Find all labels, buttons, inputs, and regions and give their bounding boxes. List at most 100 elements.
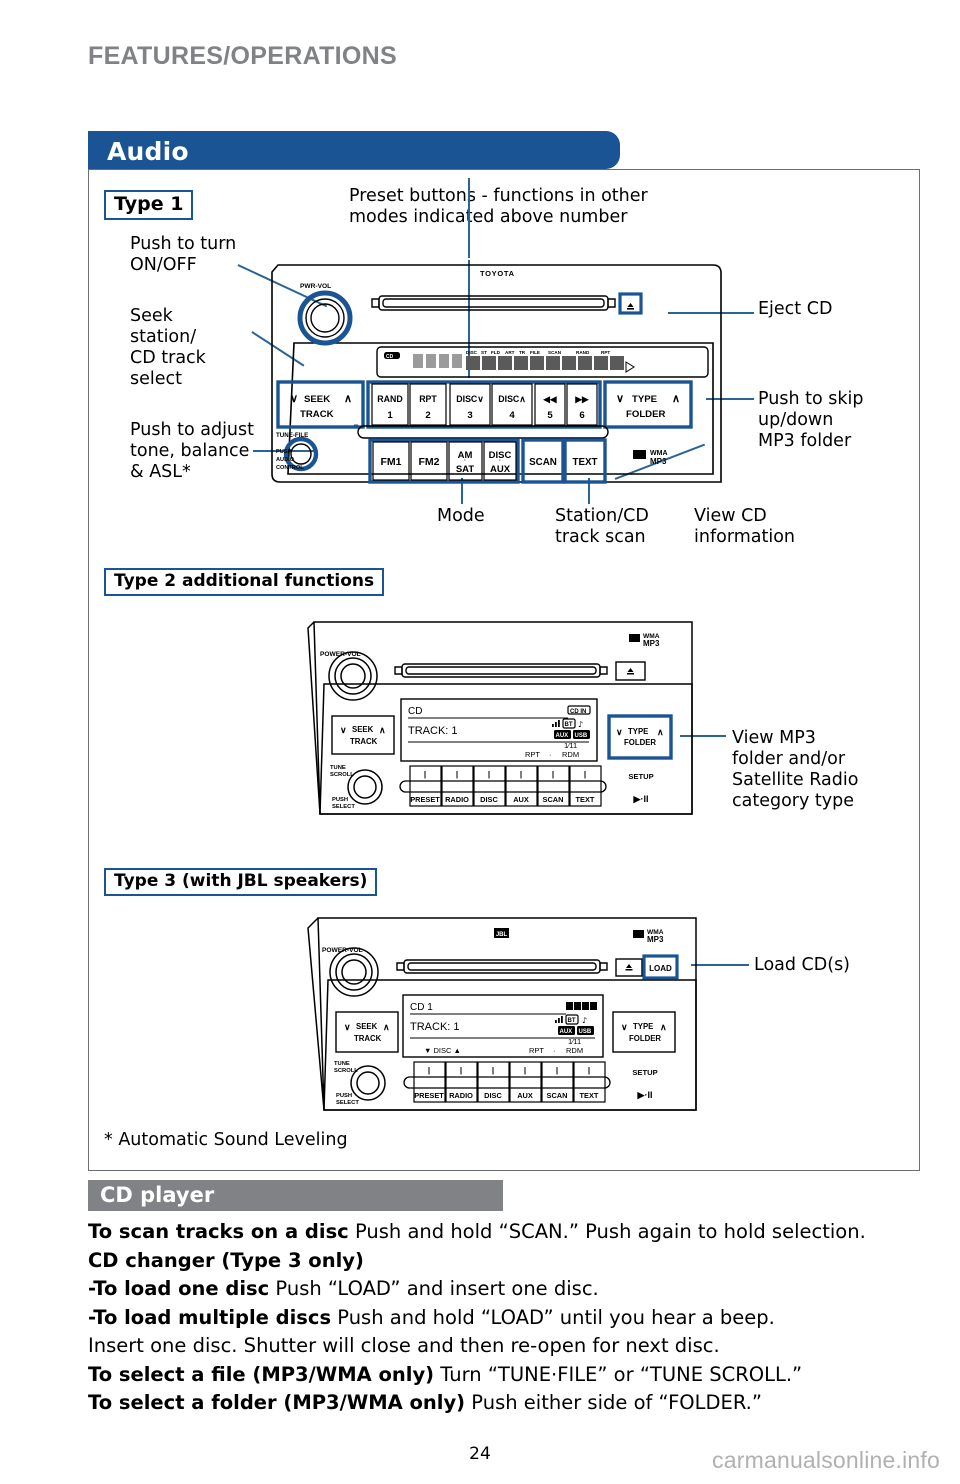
svg-text:RAND: RAND	[377, 394, 402, 404]
svg-text:∨: ∨	[344, 1022, 351, 1032]
svg-text:USB: USB	[579, 1029, 592, 1035]
instruction-line: -To load multiple discs Push and hold “L…	[88, 1304, 928, 1333]
svg-text:▼ DISC ▲: ▼ DISC ▲	[424, 1046, 461, 1055]
svg-text:TEXT: TEXT	[580, 1091, 599, 1100]
instruction-term: CD changer (Type 3 only)	[88, 1248, 364, 1272]
svg-text:SCAN: SCAN	[543, 795, 564, 804]
svg-text:LOAD: LOAD	[649, 964, 672, 973]
svg-text:|: |	[424, 770, 426, 779]
svg-text:AUX: AUX	[560, 1029, 573, 1035]
svg-text:RDM: RDM	[562, 750, 579, 759]
type-3-faceplate: JBL WMA MP3 POWER-VOL LOAD CD 1 TRACK: 1…	[296, 910, 716, 1122]
svg-text:6: 6	[579, 410, 584, 421]
svg-text:|: |	[488, 770, 490, 779]
instruction-line: To select a file (MP3/WMA only) Turn “TU…	[88, 1361, 928, 1390]
svg-text:∧: ∧	[379, 725, 386, 735]
asl-footnote: * Automatic Sound Leveling	[104, 1130, 348, 1150]
svg-text:WMA: WMA	[650, 450, 668, 457]
eject-icon	[627, 303, 634, 310]
svg-text:▶·II: ▶·II	[633, 794, 649, 804]
instruction-line: -To load one disc Push “LOAD” and insert…	[88, 1275, 928, 1304]
svg-text:|: |	[456, 770, 458, 779]
svg-text:SCAN: SCAN	[529, 457, 557, 468]
svg-text:FM1: FM1	[381, 456, 402, 468]
svg-text:CD: CD	[386, 354, 394, 360]
svg-text:FILE: FILE	[530, 350, 540, 355]
cd-player-heading-bar: CD player	[88, 1180, 503, 1211]
instruction-text: Insert one disc. Shutter will close and …	[88, 1334, 720, 1357]
instruction-text: Push “LOAD” and insert one disc.	[269, 1277, 599, 1300]
svg-text:SEEK: SEEK	[356, 1022, 378, 1031]
callout-power-onoff: Push to turn ON/OFF	[130, 234, 237, 275]
svg-text:PUSH: PUSH	[276, 449, 292, 455]
svg-text:TRACK: 1: TRACK: 1	[408, 725, 458, 737]
svg-text:FOLDER: FOLDER	[626, 409, 666, 420]
svg-text:TYPE: TYPE	[633, 1022, 653, 1031]
svg-text:1⁄11: 1⁄11	[568, 1037, 581, 1046]
manual-page: FEATURES/OPERATIONS Audio Type 1 Preset …	[0, 0, 960, 1484]
svg-text:|: |	[460, 1066, 462, 1075]
svg-text:AUX: AUX	[517, 1091, 533, 1100]
callout-station-scan: Station/CD track scan	[555, 506, 649, 547]
svg-text:CONTROL: CONTROL	[276, 465, 304, 471]
leader-line-preset-top	[468, 178, 470, 258]
type-2-chip: Type 2 additional functions	[104, 568, 385, 596]
svg-text:TRACK: TRACK	[350, 737, 378, 746]
svg-text:TEXT: TEXT	[576, 795, 595, 804]
svg-text:TOYOTA: TOYOTA	[480, 269, 515, 278]
cd-player-heading: CD player	[100, 1183, 215, 1207]
svg-text:∧: ∧	[344, 393, 352, 405]
svg-text:TR: TR	[519, 350, 526, 355]
svg-text:|: |	[428, 1066, 430, 1075]
svg-text:|: |	[492, 1066, 494, 1075]
instruction-line: CD changer (Type 3 only)	[88, 1247, 928, 1276]
svg-text:CD IN: CD IN	[570, 709, 586, 715]
svg-text:TRACK: 1: TRACK: 1	[410, 1021, 460, 1033]
svg-text:SEEK: SEEK	[304, 394, 330, 405]
svg-text:SELECT: SELECT	[332, 804, 355, 810]
svg-text:RPT: RPT	[529, 1046, 544, 1055]
svg-text:MP3: MP3	[650, 457, 667, 466]
svg-text:PRESET: PRESET	[414, 1091, 444, 1100]
audio-section-title: Audio	[107, 137, 189, 166]
eject-icon	[627, 668, 634, 675]
svg-text:ST: ST	[481, 350, 487, 355]
svg-text:MP3: MP3	[643, 639, 660, 648]
svg-text:∧: ∧	[383, 1022, 390, 1032]
svg-text:|: |	[584, 770, 586, 779]
svg-text:∨: ∨	[616, 727, 623, 737]
svg-text:JBL: JBL	[496, 932, 508, 938]
svg-text:1: 1	[387, 410, 393, 421]
svg-text:5: 5	[547, 410, 553, 421]
svg-text:RPT: RPT	[601, 350, 610, 355]
type-1-faceplate: TOYOTA PWR-VOL CD DISC ST FLD ART TR FIL…	[258, 250, 736, 495]
instruction-line: To select a folder (MP3/WMA only) Push e…	[88, 1389, 928, 1418]
svg-text:4: 4	[509, 410, 515, 421]
eject-icon	[625, 964, 633, 971]
site-watermark: carmanualsonline.info	[712, 1447, 940, 1473]
svg-text:TYPE: TYPE	[632, 394, 658, 405]
svg-text:♪: ♪	[582, 1016, 587, 1025]
type-2-faceplate: WMA MP3 POWER-VOL CD TRACK: 1 CD IN BT ♪…	[296, 614, 706, 826]
svg-text:TYPE: TYPE	[628, 727, 648, 736]
svg-text:POWER-VOL: POWER-VOL	[322, 947, 363, 954]
svg-text:RPT: RPT	[419, 394, 437, 404]
instruction-text: Push and hold “SCAN.” Push again to hold…	[348, 1220, 866, 1243]
instruction-line: Insert one disc. Shutter will close and …	[88, 1332, 928, 1361]
svg-text:MP3: MP3	[647, 935, 664, 944]
callout-view-mp3-folder: View MP3 folder and/or Satellite Radio c…	[732, 728, 859, 811]
instruction-term: To select a file (MP3/WMA only)	[88, 1362, 435, 1386]
svg-text:RPT: RPT	[525, 750, 540, 759]
svg-text:∨: ∨	[340, 725, 347, 735]
instruction-line: To scan tracks on a disc Push and hold “…	[88, 1218, 928, 1247]
svg-text:1⁄11: 1⁄11	[564, 741, 577, 750]
svg-text:RADIO: RADIO	[445, 795, 469, 804]
svg-text:PUSH: PUSH	[336, 1093, 352, 1099]
svg-text:AUX: AUX	[556, 733, 569, 739]
svg-text:|: |	[524, 1066, 526, 1075]
instruction-term: To select a folder (MP3/WMA only)	[88, 1391, 466, 1414]
svg-text:TUNE-FILE: TUNE-FILE	[276, 432, 308, 439]
callout-seek-track: Seek station/ CD track select	[130, 306, 206, 389]
svg-text:RDM: RDM	[566, 1046, 583, 1055]
svg-text:SEEK: SEEK	[352, 725, 374, 734]
